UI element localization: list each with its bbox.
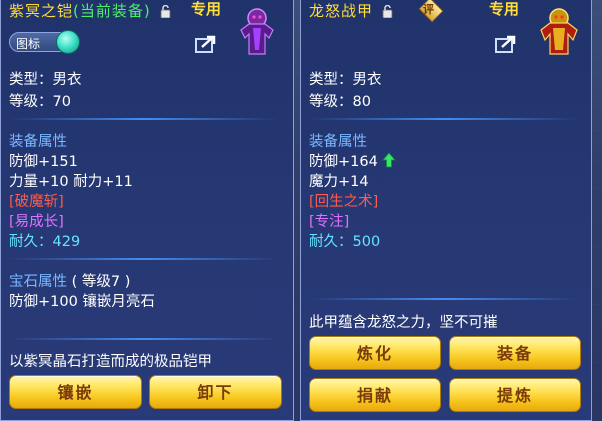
item-type: 类型：男衣 [309,72,382,88]
green-up-arrow-icon [382,152,397,168]
extract-button[interactable]: 提炼 [449,378,581,412]
current-equipment-panel: 紫冥之铠(当前装备) 专用 图标 类型：男衣 等级：70 装备属性 防御+151… [0,0,294,421]
exclusive-label: 专用 [489,0,520,18]
item-name: 紫冥之铠 [9,2,74,20]
divider [9,258,279,260]
refine-button[interactable]: 炼化 [309,336,441,370]
item-level: 等级：70 [9,94,71,110]
special-tag: [专注] [309,214,350,230]
compare-equipment-panel: 龙怒战甲 评 专用 类型：男衣 等级：80 装备属性 防御+164 魔力+14 … [300,0,592,421]
gem-header: 宝石属性 [9,274,67,290]
current-equipped-label: (当前装备) [73,2,151,20]
defense-stat-line: 防御+164 [309,150,397,171]
equip-button[interactable]: 装备 [449,336,581,370]
durability-stat: 耐久：429 [9,234,81,250]
share-icon[interactable] [494,34,518,54]
divider [309,118,579,120]
skill-tag: [回生之术] [309,194,379,210]
icon-toggle-label: 图标 [16,37,41,51]
item-description: 以紫冥晶石打造而成的极品铠甲 [9,354,212,370]
magic-stat: 魔力+14 [309,174,369,190]
donate-button[interactable]: 捐献 [309,378,441,412]
share-icon[interactable] [194,34,218,54]
lock-icon[interactable] [382,5,393,18]
divider [9,338,279,340]
divider [309,298,579,300]
defense-stat: 防御+164 [309,154,378,170]
gem-level: ( 等级7 ) [71,274,131,290]
armor-portrait-icon [540,8,578,55]
item-type: 类型：男衣 [9,72,82,88]
skill-tag: [破魔斩] [9,194,64,210]
durability-stat: 耐久：500 [309,234,381,250]
defense-stat: 防御+151 [9,154,78,170]
armor-portrait-icon [240,8,274,55]
unequip-button[interactable]: 卸下 [149,375,282,409]
attr-header: 装备属性 [9,134,67,150]
strength-endurance-stat: 力量+10 耐力+11 [9,174,133,190]
special-tag: [易成长] [9,214,64,230]
exclusive-label: 专用 [191,0,222,18]
attr-header: 装备属性 [309,134,367,150]
gem-attr-line: 宝石属性 ( 等级7 ) [9,270,130,291]
item-title: 龙怒战甲 [309,0,393,21]
toggle-knob [56,30,80,54]
divider [9,118,279,120]
item-level: 等级：80 [309,94,371,110]
item-description: 此甲蕴含龙怒之力，坚不可摧 [309,315,498,331]
item-name: 龙怒战甲 [309,2,374,20]
icon-toggle[interactable]: 图标 [9,30,80,54]
inlay-button[interactable]: 镶嵌 [9,375,142,409]
rating-badge-label: 评 [423,3,434,16]
gem-effect: 防御+100 镶嵌月亮石 [9,294,155,310]
lock-icon[interactable] [160,5,171,18]
item-title: 紫冥之铠(当前装备) [9,0,171,21]
